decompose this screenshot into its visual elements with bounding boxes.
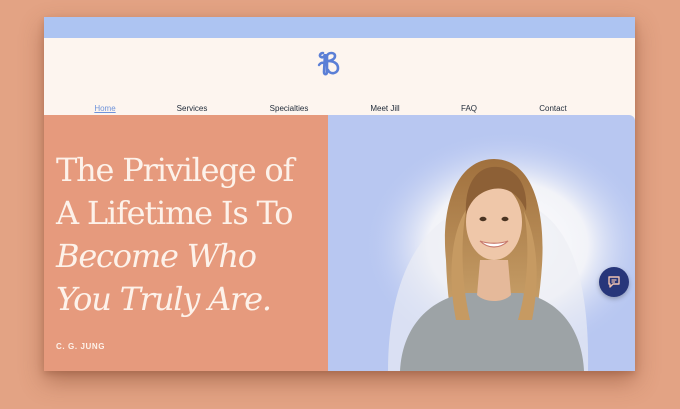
portrait-photo bbox=[363, 130, 635, 371]
quote-line: The Privilege of bbox=[56, 151, 294, 189]
nav-item-specialties[interactable]: Specialties bbox=[270, 104, 309, 113]
site-header: Home Services Specialties Meet Jill FAQ … bbox=[44, 38, 635, 115]
nav-item-meet-jill[interactable]: Meet Jill bbox=[370, 104, 399, 113]
script-b-logo-icon[interactable] bbox=[314, 48, 344, 78]
website-window: Home Services Specialties Meet Jill FAQ … bbox=[44, 17, 635, 371]
nav-item-faq[interactable]: FAQ bbox=[461, 104, 477, 113]
nav-item-contact[interactable]: Contact bbox=[539, 104, 567, 113]
quote-line: Become Who bbox=[56, 237, 257, 275]
nav-item-home[interactable]: Home bbox=[94, 104, 115, 113]
chat-button[interactable] bbox=[599, 267, 629, 297]
quote-line: You Truly Are. bbox=[56, 280, 272, 318]
nav-item-services[interactable]: Services bbox=[177, 104, 208, 113]
quote-author: C. G. JUNG bbox=[56, 342, 106, 351]
top-bar bbox=[44, 17, 635, 38]
chat-icon bbox=[608, 276, 620, 288]
hero-quote-panel: The Privilege of A Lifetime Is To Become… bbox=[44, 115, 328, 371]
quote-line: A Lifetime Is To bbox=[56, 194, 293, 232]
hero-quote: The Privilege of A Lifetime Is To Become… bbox=[56, 149, 316, 321]
hero-photo-panel bbox=[328, 115, 635, 371]
